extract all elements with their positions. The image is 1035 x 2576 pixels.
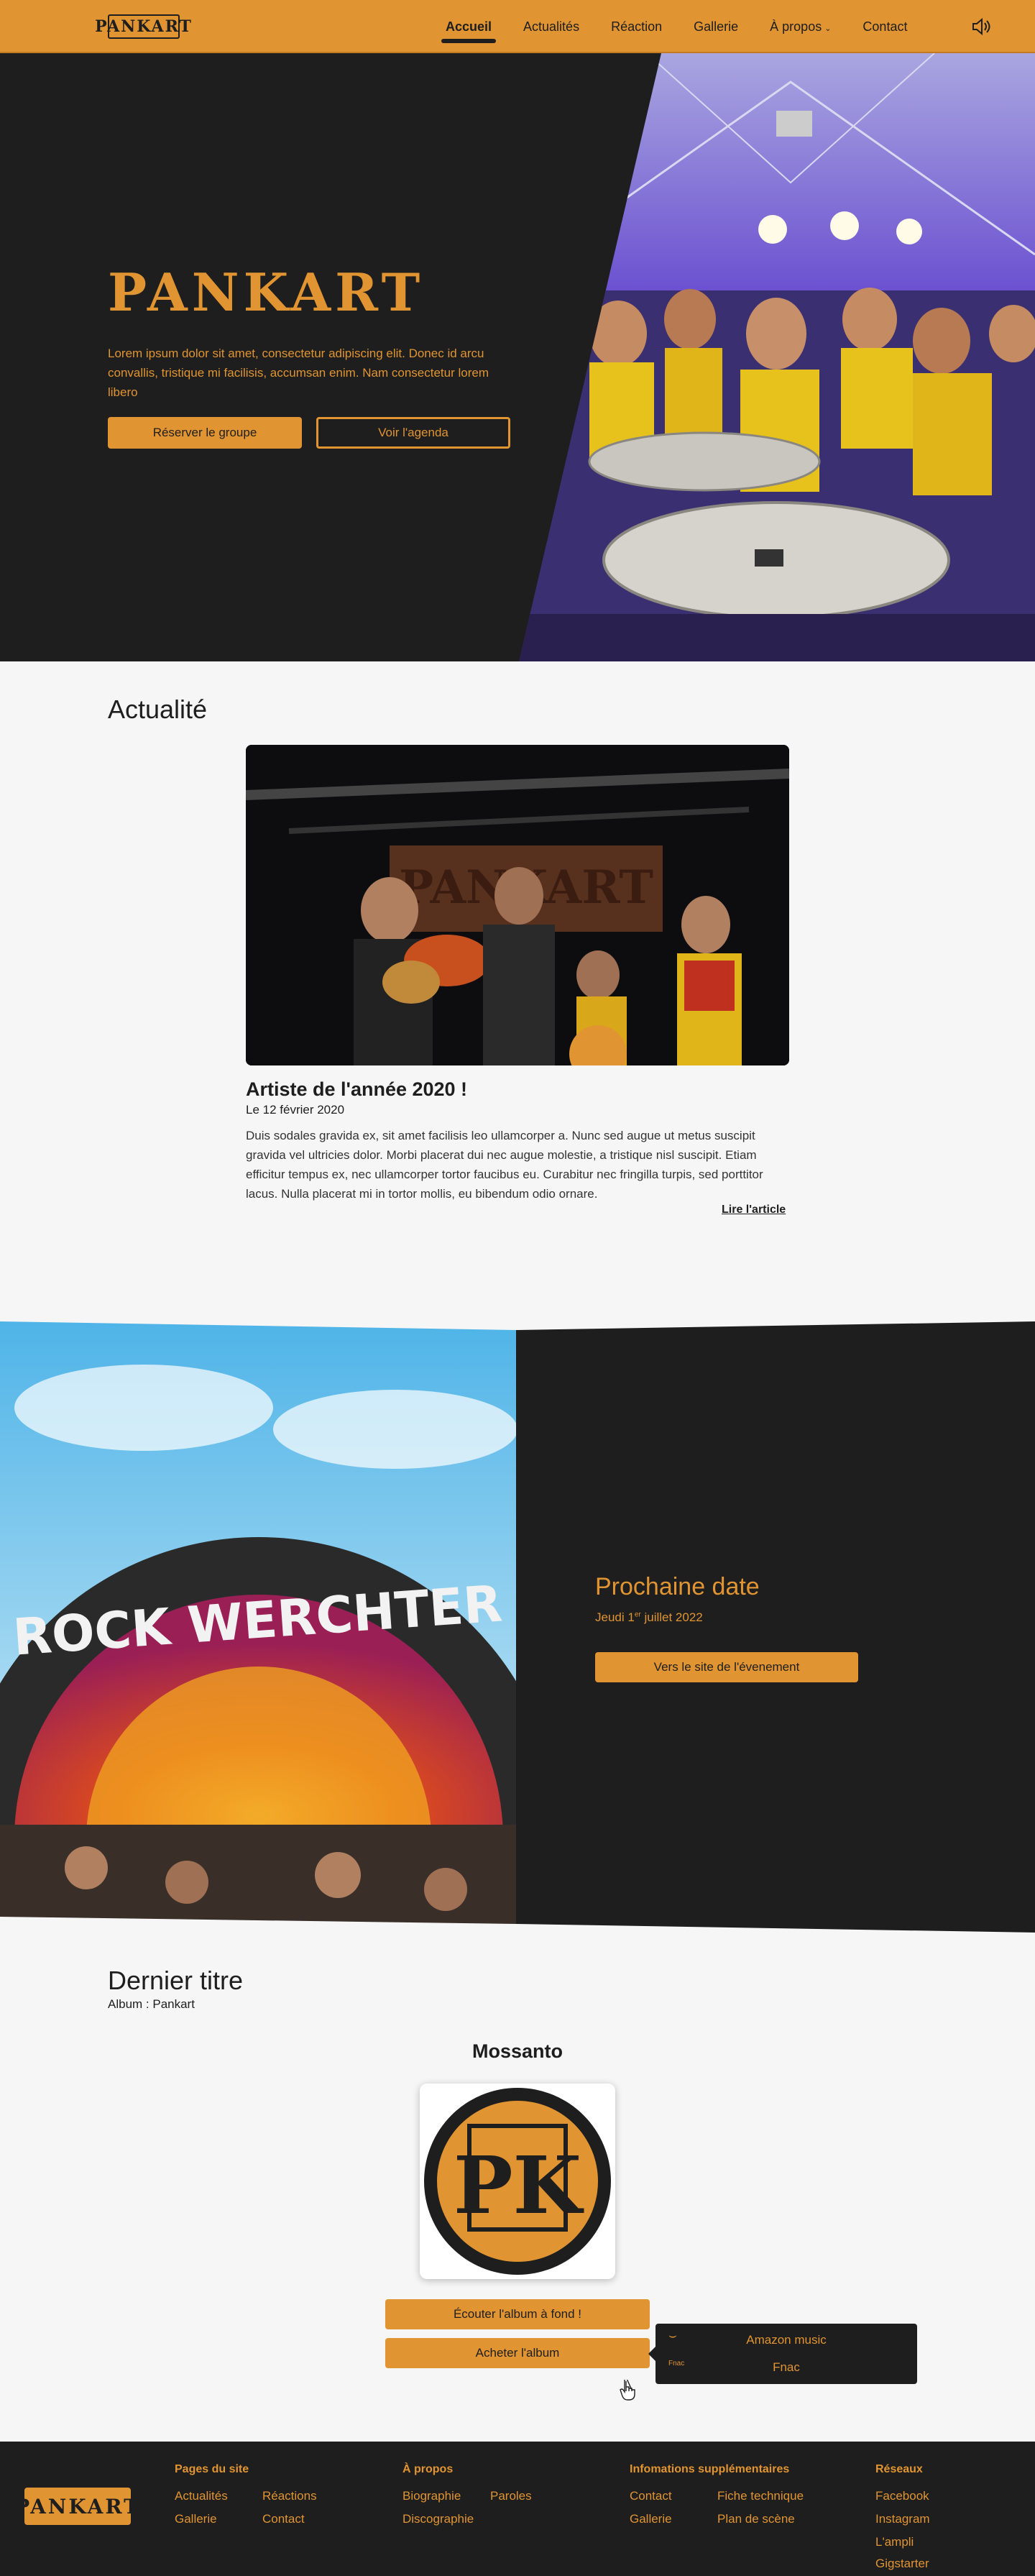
hand-cursor-icon bbox=[620, 2380, 635, 2401]
track-title: Mossanto bbox=[472, 2040, 563, 2062]
main-menu: Accueil Actualités Réaction Gallerie À p… bbox=[441, 0, 939, 53]
band-name: PANKART bbox=[108, 262, 425, 323]
speaker-icon[interactable] bbox=[970, 16, 992, 37]
footer-link-reactions[interactable]: Réactions bbox=[262, 2489, 317, 2503]
footer-link-facebook[interactable]: Facebook bbox=[875, 2489, 929, 2503]
read-article-link[interactable]: Lire l'article bbox=[722, 1204, 786, 1216]
footer-link-lampli[interactable]: L'ampli bbox=[875, 2535, 914, 2549]
album-name: Album : Pankart bbox=[108, 1997, 195, 2011]
last-track-heading: Dernier titre bbox=[108, 1966, 244, 1995]
footer-link-fiche-technique[interactable]: Fiche technique bbox=[717, 2489, 804, 2503]
footer-link-info-contact[interactable]: Contact bbox=[630, 2489, 672, 2503]
news-heading: Actualité bbox=[108, 695, 208, 724]
nav-item-reaction[interactable]: Réaction bbox=[611, 19, 662, 35]
footer-heading-reseaux: Réseaux bbox=[875, 2463, 923, 2475]
top-navigation: PANKART Accueil Actualités Réaction Gall… bbox=[0, 0, 1035, 53]
news-body: Duis sodales gravida ex, sit amet facili… bbox=[246, 1129, 763, 1201]
nav-item-a-propos-label: À propos bbox=[770, 19, 822, 34]
site-footer: PANKART Pages du site Actualités Réactio… bbox=[0, 2442, 1035, 2576]
listen-album-button[interactable]: Écouter l'album à fond ! bbox=[385, 2299, 650, 2329]
next-date-section: ROCK WERCHTER bbox=[0, 1321, 1035, 1933]
shop-fnac[interactable]: Fnac Fnac bbox=[656, 2354, 917, 2380]
next-date-value: Jeudi 1er juillet 2022 bbox=[595, 1610, 703, 1625]
next-date-day: Jeudi 1 bbox=[595, 1610, 635, 1624]
nav-item-accueil[interactable]: Accueil bbox=[441, 19, 497, 43]
nav-item-actualites[interactable]: Actualités bbox=[523, 19, 579, 35]
footer-link-contact[interactable]: Contact bbox=[262, 2512, 305, 2526]
nav-item-gallerie[interactable]: Gallerie bbox=[694, 19, 738, 35]
hero-section: PANKART Lorem ipsum dolor sit amet, cons… bbox=[0, 53, 1035, 661]
footer-link-biographie[interactable]: Biographie bbox=[402, 2489, 461, 2503]
next-date-month: juillet 2022 bbox=[640, 1610, 703, 1624]
chevron-down-icon: ⌄ bbox=[824, 24, 832, 33]
nav-item-a-propos[interactable]: À propos ⌄ bbox=[770, 19, 831, 35]
nav-item-contact[interactable]: Contact bbox=[862, 19, 907, 35]
agenda-button[interactable]: Voir l'agenda bbox=[316, 417, 510, 449]
shop-amazon[interactable]: ⌣ Amazon music bbox=[656, 2327, 917, 2352]
footer-link-gigstarter[interactable]: Gigstarter bbox=[875, 2557, 929, 2571]
buy-album-button[interactable]: Acheter l'album bbox=[385, 2338, 650, 2368]
footer-link-gallerie[interactable]: Gallerie bbox=[175, 2512, 217, 2526]
next-date-ordinal: er bbox=[634, 1610, 641, 1619]
shop-fnac-label: Fnac bbox=[773, 2360, 800, 2374]
footer-heading-pages: Pages du site bbox=[175, 2463, 249, 2475]
shop-dropdown: ⌣ Amazon music Fnac Fnac bbox=[648, 2324, 917, 2384]
footer-heading-a-propos: À propos bbox=[402, 2463, 454, 2475]
cover-letters: PK bbox=[454, 2139, 584, 2232]
site-logo[interactable]: PANKART bbox=[95, 14, 191, 39]
footer-link-plan-de-scene[interactable]: Plan de scène bbox=[717, 2512, 795, 2526]
footer-link-discographie[interactable]: Discographie bbox=[402, 2512, 474, 2526]
footer-link-instagram[interactable]: Instagram bbox=[875, 2512, 930, 2526]
next-date-title: Prochaine date bbox=[595, 1573, 760, 1600]
album-cover[interactable]: PK bbox=[420, 2084, 615, 2279]
footer-link-info-gallerie[interactable]: Gallerie bbox=[630, 2512, 672, 2526]
footer-logo[interactable]: PANKART bbox=[14, 2488, 139, 2525]
hero-lead-text: Lorem ipsum dolor sit amet, consectetur … bbox=[108, 347, 489, 399]
news-date: Le 12 février 2020 bbox=[246, 1103, 345, 1117]
footer-heading-infos: Infomations supplémentaires bbox=[630, 2463, 790, 2475]
shop-amazon-label: Amazon music bbox=[746, 2333, 827, 2347]
book-band-button[interactable]: Réserver le groupe bbox=[108, 417, 302, 449]
news-title[interactable]: Artiste de l'année 2020 ! bbox=[246, 1078, 467, 1101]
footer-link-paroles[interactable]: Paroles bbox=[490, 2489, 532, 2503]
event-site-button[interactable]: Vers le site de l'évenement bbox=[595, 1652, 858, 1682]
footer-link-actualites[interactable]: Actualités bbox=[175, 2489, 228, 2503]
news-image[interactable]: PANKART bbox=[246, 745, 789, 1065]
